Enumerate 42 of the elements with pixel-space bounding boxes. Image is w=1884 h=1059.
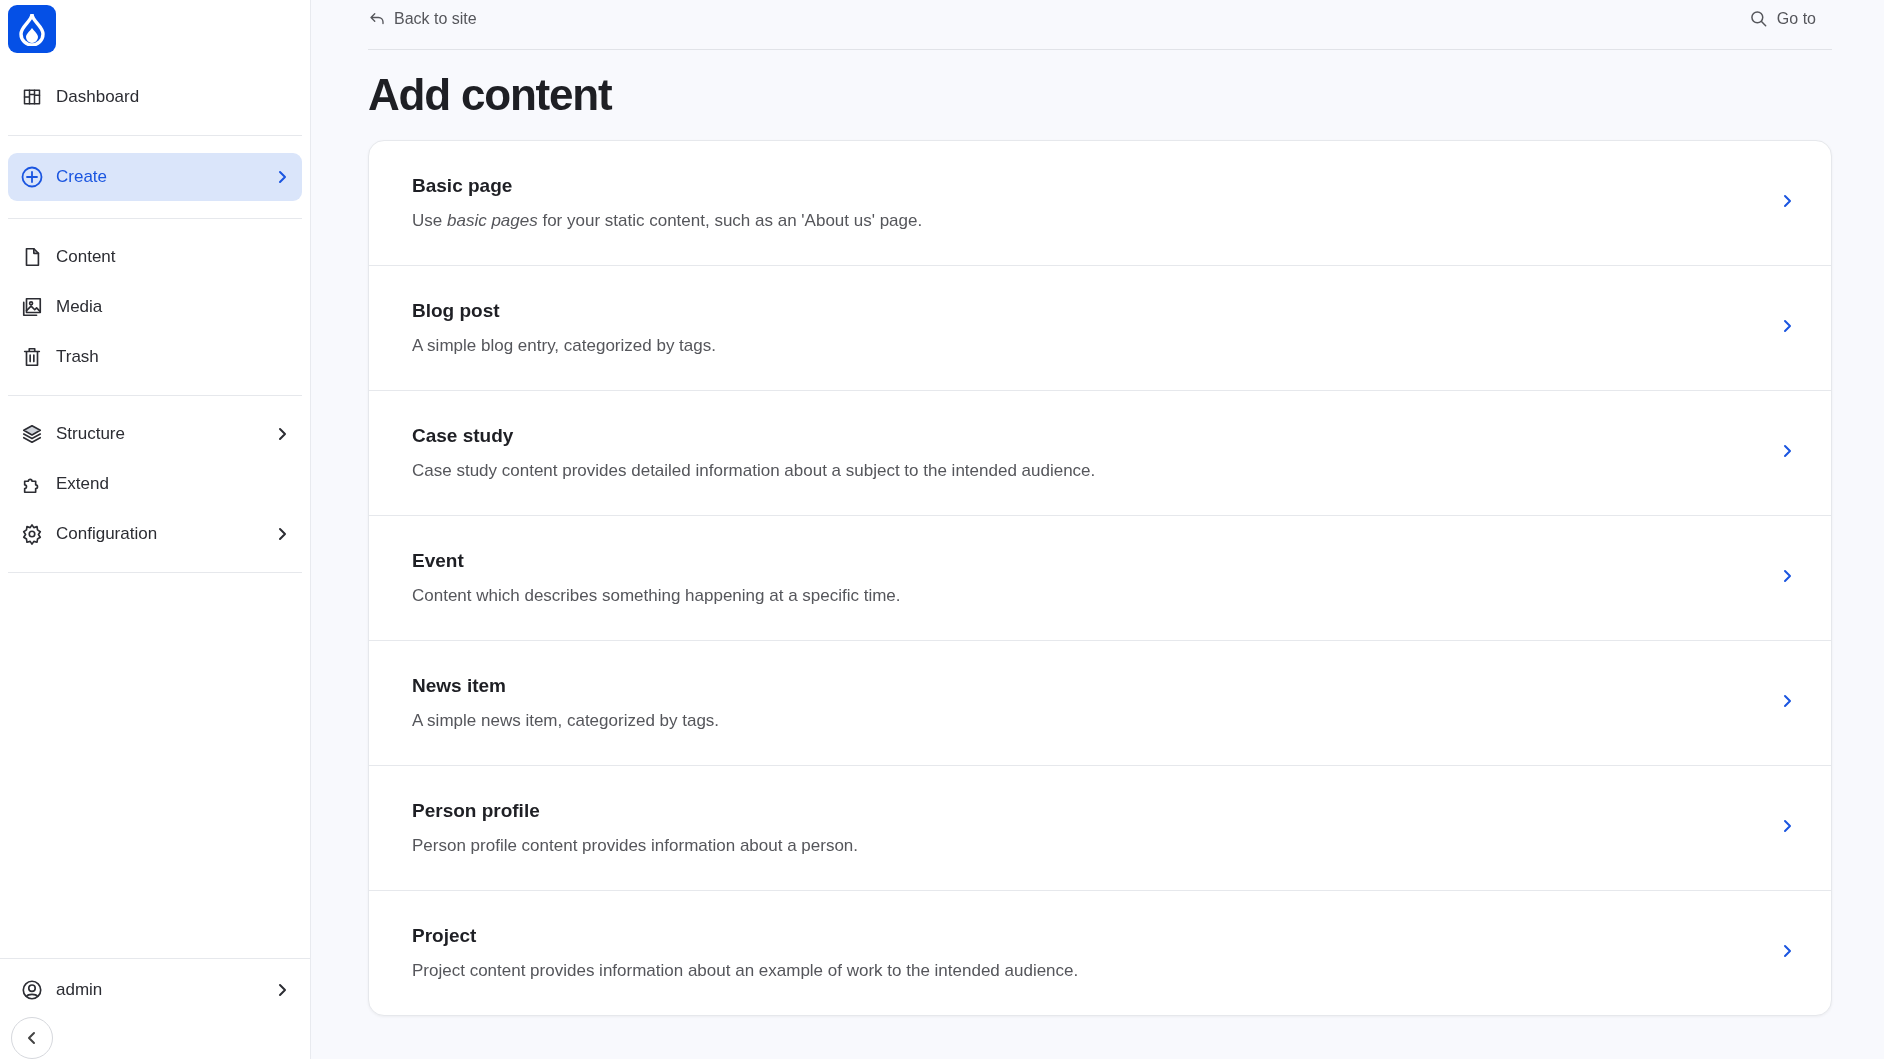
logo-icon[interactable] (8, 5, 56, 53)
content-type-title: Case study (412, 425, 515, 447)
content-type-description: Person profile content provides information about a person. (412, 836, 860, 856)
user-menu[interactable]: admin (8, 969, 302, 1011)
content-type-title: News item (412, 675, 507, 697)
content-type-title: Project (412, 925, 478, 947)
content-type-description: Project content provides information about an example of work to the intended audience. (412, 961, 1080, 981)
sidebar-item[interactable]: Content (8, 236, 302, 278)
content-type-title: Person profile (412, 800, 541, 822)
content-type-item[interactable]: News item A simple news item, categorized by tags. (369, 641, 1831, 766)
go-to-search[interactable]: Go to (1748, 8, 1816, 29)
content-type-item[interactable]: Event Content which describes something happening at a specific time. (369, 516, 1831, 641)
content-type-item[interactable]: Basic page Use basic pages for your static content, such as an 'About us' page. (369, 141, 1831, 266)
trash-icon (21, 346, 43, 368)
content-type-item[interactable]: Case study Case study content provides detailed information about a subject to the intended audience. (369, 391, 1831, 516)
sidebar-item[interactable]: Create (8, 153, 302, 201)
sidebar-item[interactable]: Structure (8, 413, 302, 455)
layers-icon (21, 423, 43, 445)
sidebar-item[interactable]: Dashboard (8, 76, 302, 118)
content-type-description: A simple blog entry, categorized by tags. (412, 336, 717, 356)
content-type-item[interactable]: Person profile Person profile content provides information about a person. (369, 766, 1831, 891)
content-type-item[interactable]: Blog post A simple blog entry, categorized by tags. (369, 266, 1831, 391)
sidebar-item[interactable]: Media (8, 286, 302, 328)
back-to-site-link[interactable]: Back to site (368, 9, 477, 28)
search-icon (1748, 8, 1769, 29)
content-type-description: Content which describes something happening at a specific time. (412, 586, 902, 606)
sidebar-item[interactable]: Trash (8, 336, 302, 378)
content-type-title: Event (412, 550, 465, 572)
content-type-item[interactable]: Project Project content provides information about an example of work to the intended audience. (369, 891, 1831, 1015)
content-type-description: Case study content provides detailed information about a subject to the intended audience. (412, 461, 1097, 481)
user-icon (21, 979, 43, 1001)
sidebar-item[interactable]: Extend (8, 463, 302, 505)
sidebar-item[interactable]: Configuration (8, 513, 302, 555)
content-type-description: Use basic pages for your static content, such as an 'About us' page. (412, 211, 924, 231)
page-title: Add content (368, 70, 613, 120)
content-type-title: Blog post (412, 300, 501, 322)
dashboard-icon (22, 87, 42, 107)
content-type-title: Basic page (412, 175, 514, 197)
image-icon (21, 296, 43, 318)
plus-circle-icon (20, 165, 44, 189)
gear-icon (21, 523, 43, 545)
content-type-description: A simple news item, categorized by tags. (412, 711, 721, 731)
